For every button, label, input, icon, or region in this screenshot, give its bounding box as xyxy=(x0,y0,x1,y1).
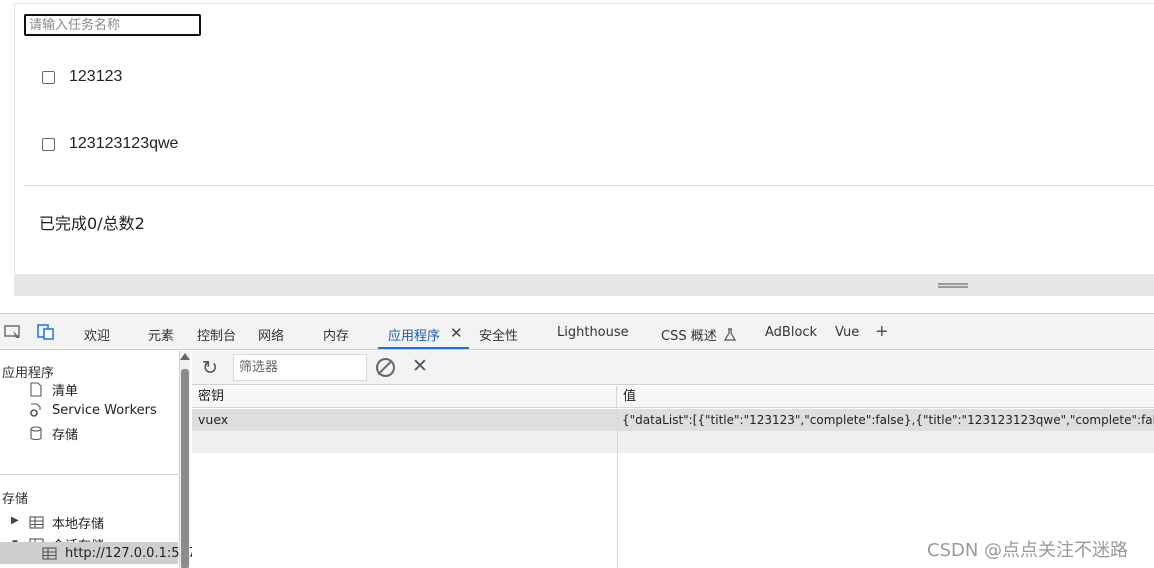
tab-adblock[interactable]: AdBlock xyxy=(765,325,817,340)
sidebar-item-label: 本地存储 xyxy=(52,517,105,532)
sidebar-item-label: http://127.0.0.1:517 xyxy=(65,545,197,561)
tab-lighthouse[interactable]: Lighthouse xyxy=(557,325,629,340)
tab-elements[interactable]: 元素 xyxy=(148,325,174,344)
sidebar-item-session-origin[interactable]: http://127.0.0.1:517 xyxy=(41,545,196,561)
devtools-resize-bar[interactable] xyxy=(14,274,1154,296)
tab-vue[interactable]: Vue xyxy=(835,325,859,340)
column-header-value[interactable]: 值 xyxy=(617,386,1154,408)
tab-network[interactable]: 网络 xyxy=(258,325,284,344)
database-icon xyxy=(28,426,44,442)
delete-selected-icon[interactable]: ✕ xyxy=(412,355,428,378)
active-tab-indicator xyxy=(378,347,469,349)
gear-icon xyxy=(28,402,44,418)
completion-summary: 已完成0/总数2 xyxy=(39,214,145,233)
application-sidebar: 应用程序 清单 Service Workers 存储 存储 ▶ 本地存储 htt… xyxy=(0,351,196,568)
sidebar-scrollbar[interactable] xyxy=(180,351,190,568)
tab-memory[interactable]: 内存 xyxy=(323,325,349,344)
filter-input[interactable] xyxy=(233,354,367,381)
sidebar-separator xyxy=(0,474,178,475)
table-row-empty[interactable] xyxy=(192,431,1154,453)
devtools-panel: 欢迎 元素 控制台 网络 内存 应用程序 ✕ 安全性 Lighthouse CS… xyxy=(0,313,1154,568)
device-emulation-icon[interactable] xyxy=(37,324,55,340)
tab-welcome[interactable]: 欢迎 xyxy=(84,325,110,344)
sidebar-item-service-workers[interactable]: Service Workers xyxy=(28,402,157,418)
scrollbar-thumb[interactable] xyxy=(181,369,189,568)
flask-icon xyxy=(723,328,736,341)
sidebar-item-local-storage[interactable]: 本地存储 xyxy=(28,513,104,532)
table-grid-icon xyxy=(41,545,57,561)
tab-console[interactable]: 控制台 xyxy=(197,325,236,344)
table-row[interactable]: vuex {"dataList":[{"title":"123123","com… xyxy=(192,409,1154,431)
storage-toolbar: ↻ ✕ xyxy=(192,351,1154,385)
todo-title: 123123 xyxy=(69,68,123,85)
todo-title: 123123123qwe xyxy=(69,135,179,152)
column-divider xyxy=(617,408,618,568)
scroll-up-arrow-icon[interactable] xyxy=(180,353,190,360)
sidebar-item-label: 清单 xyxy=(52,384,79,399)
tab-security[interactable]: 安全性 xyxy=(479,325,518,344)
task-name-input[interactable] xyxy=(24,14,201,36)
section-application: 应用程序 xyxy=(2,366,55,381)
table-cell-value: {"dataList":[{"title":"123123","complete… xyxy=(622,413,1154,427)
sidebar-item-storage[interactable]: 存储 xyxy=(28,424,78,443)
close-tab-icon[interactable]: ✕ xyxy=(450,324,463,342)
tab-css-overview-label: CSS 概述 xyxy=(661,329,717,344)
document-icon xyxy=(28,382,44,398)
divider xyxy=(24,185,1154,186)
sidebar-item-label: Service Workers xyxy=(52,402,157,418)
column-header-key[interactable]: 密钥 xyxy=(192,386,617,408)
section-storage: 存储 xyxy=(2,492,29,507)
sidebar-item-manifest[interactable]: 清单 xyxy=(28,380,78,399)
todo-app-page: 123123 123123123qwe 已完成0/总数2 xyxy=(14,3,1154,274)
table-cell-key: vuex xyxy=(198,412,229,427)
todo-item: 123123123qwe xyxy=(42,135,178,153)
expand-arrow-icon[interactable]: ▶ xyxy=(11,515,19,526)
refresh-icon[interactable]: ↻ xyxy=(202,357,218,380)
resize-grip-icon[interactable] xyxy=(938,283,968,288)
clear-all-icon[interactable] xyxy=(376,358,395,377)
devtools-tabbar: 欢迎 元素 控制台 网络 内存 应用程序 ✕ 安全性 Lighthouse CS… xyxy=(0,314,1154,350)
sidebar-item-label: 存储 xyxy=(52,428,79,443)
more-tools-plus-icon[interactable]: + xyxy=(876,321,888,344)
tab-css-overview[interactable]: CSS 概述 xyxy=(661,325,736,344)
todo-item: 123123 xyxy=(42,68,122,86)
inspect-element-icon[interactable] xyxy=(4,324,22,340)
watermark: CSDN @点点关注不迷路 xyxy=(927,540,1129,561)
tab-application[interactable]: 应用程序 xyxy=(388,325,440,344)
todo-checkbox[interactable] xyxy=(42,70,55,84)
todo-checkbox[interactable] xyxy=(42,137,55,151)
table-grid-icon xyxy=(28,515,44,531)
